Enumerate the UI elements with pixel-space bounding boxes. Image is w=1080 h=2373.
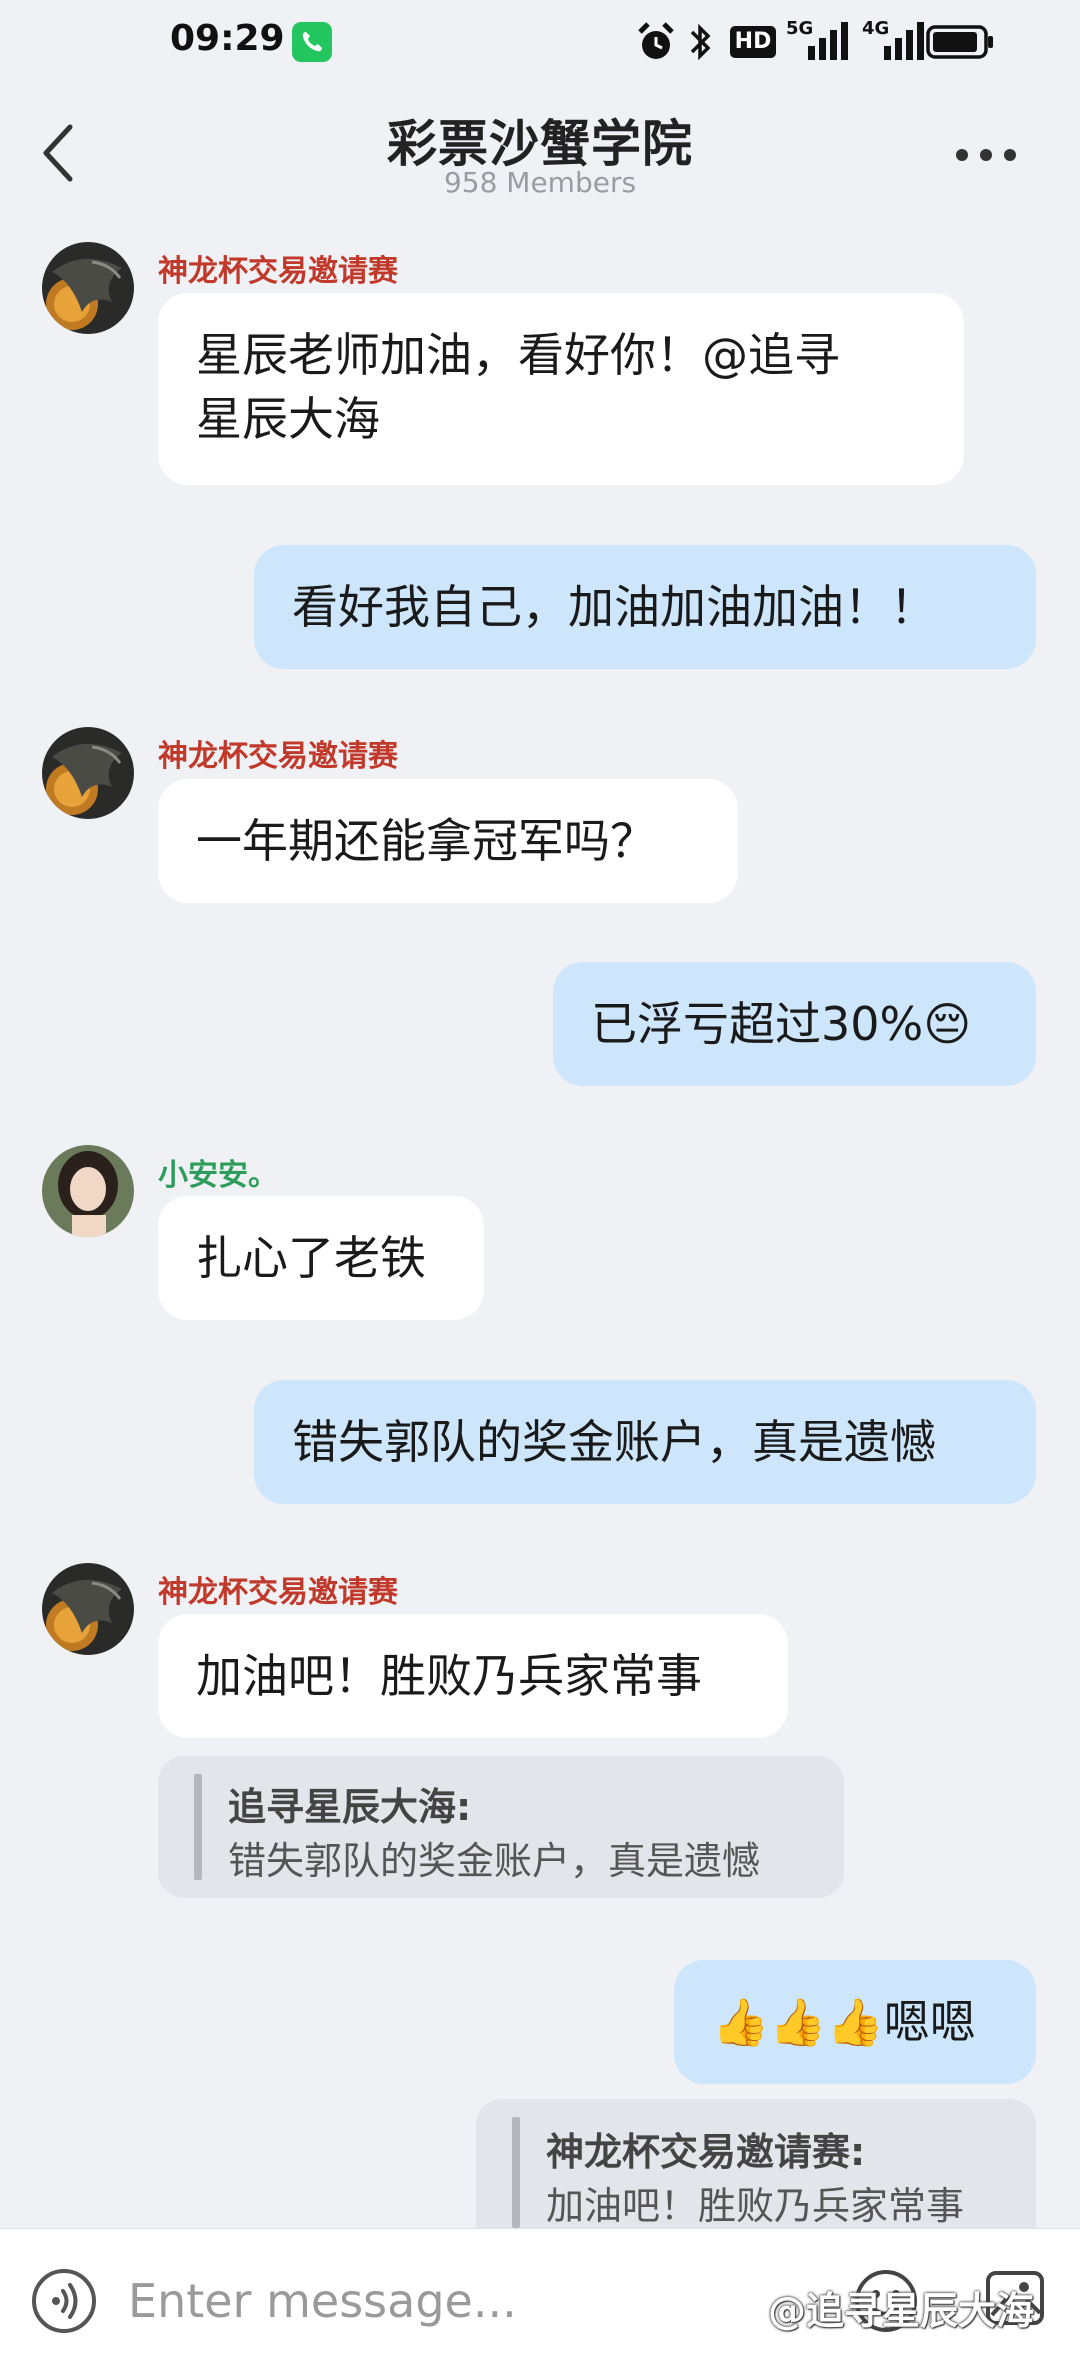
avatar-dragon[interactable]: [42, 1563, 134, 1655]
avatar-dragon[interactable]: [42, 242, 134, 334]
quote-bar: [194, 1774, 202, 1880]
message-text: 看好我自己，加油加油加油！！: [292, 580, 936, 634]
message-text: 加油吧！胜败乃兵家常事: [196, 1649, 702, 1703]
battery-icon: [926, 25, 993, 59]
quote-bar: [512, 2117, 520, 2228]
member-count[interactable]: 958 Members: [0, 166, 1080, 199]
message-bubble[interactable]: 一年期还能拿冠军吗？: [158, 779, 738, 903]
message-text: 错失郭队的奖金账户，真是遗憾: [292, 1415, 936, 1469]
message-bubble-own[interactable]: 看好我自己，加油加油加油！！: [254, 545, 1036, 669]
sender-name[interactable]: 神龙杯交易邀请赛: [158, 246, 398, 290]
status-bar: 09:29 HD 5G 4G: [0, 0, 1080, 84]
message-input[interactable]: [128, 2259, 708, 2343]
watermark: @追寻星辰大海: [768, 2289, 1035, 2333]
status-time: 09:29: [170, 18, 285, 59]
voice-button[interactable]: [32, 2269, 96, 2333]
message-bubble[interactable]: 加油吧！胜败乃兵家常事: [158, 1614, 788, 1738]
more-dots-icon: [956, 149, 1016, 161]
message-text: 星辰老师加油，看好你！@追寻: [196, 328, 840, 382]
voice-waves-icon: [52, 2283, 78, 2319]
sender-name[interactable]: 神龙杯交易邀请赛: [158, 1567, 398, 1611]
quote-text: 错失郭队的奖金账户，真是遗憾: [228, 1839, 761, 1883]
message-bubble-own[interactable]: 👍👍👍嗯嗯: [674, 1960, 1036, 2084]
message-bubble-own[interactable]: 已浮亏超过30%😔: [553, 962, 1036, 1086]
quote-text: 加油吧！胜败乃兵家常事: [546, 2184, 965, 2228]
sender-name[interactable]: 小安安。: [158, 1150, 278, 1194]
avatar-dragon[interactable]: [42, 727, 134, 819]
message-text: 嗯嗯: [883, 1995, 976, 2049]
bluetooth-icon: [690, 23, 711, 61]
message-text: 星辰大海: [196, 392, 380, 446]
phone-call-badge-icon: [292, 22, 332, 62]
thumbs-up-icon: 👍👍👍: [712, 1995, 884, 2049]
4g-signal-icon: 4G: [862, 18, 926, 64]
hd-volte-icon: HD: [730, 26, 776, 58]
quoted-reply[interactable]: 追寻星辰大海: 错失郭队的奖金账户，真是遗憾: [158, 1756, 844, 1898]
quote-author: 神龙杯交易邀请赛:: [546, 2130, 866, 2174]
quote-author: 追寻星辰大海:: [228, 1785, 472, 1829]
sender-name[interactable]: 神龙杯交易邀请赛: [158, 731, 398, 775]
alarm-icon: [638, 22, 674, 59]
5g-signal-icon: 5G: [786, 18, 850, 64]
message-text: 已浮亏超过30%: [591, 997, 924, 1051]
more-options-button[interactable]: [948, 140, 1028, 170]
message-bubble-own[interactable]: 错失郭队的奖金账户，真是遗憾: [254, 1380, 1036, 1504]
message-text: 一年期还能拿冠军吗？: [196, 814, 656, 868]
quoted-reply[interactable]: 神龙杯交易邀请赛: 加油吧！胜败乃兵家常事: [476, 2099, 1036, 2228]
message-bubble[interactable]: 星辰老师加油，看好你！@追寻 星辰大海: [158, 293, 964, 485]
message-text: 扎心了老铁: [196, 1231, 426, 1285]
avatar-girl[interactable]: [42, 1145, 134, 1237]
pensive-face-icon: 😔: [923, 997, 972, 1051]
message-bubble[interactable]: 扎心了老铁: [158, 1196, 484, 1320]
